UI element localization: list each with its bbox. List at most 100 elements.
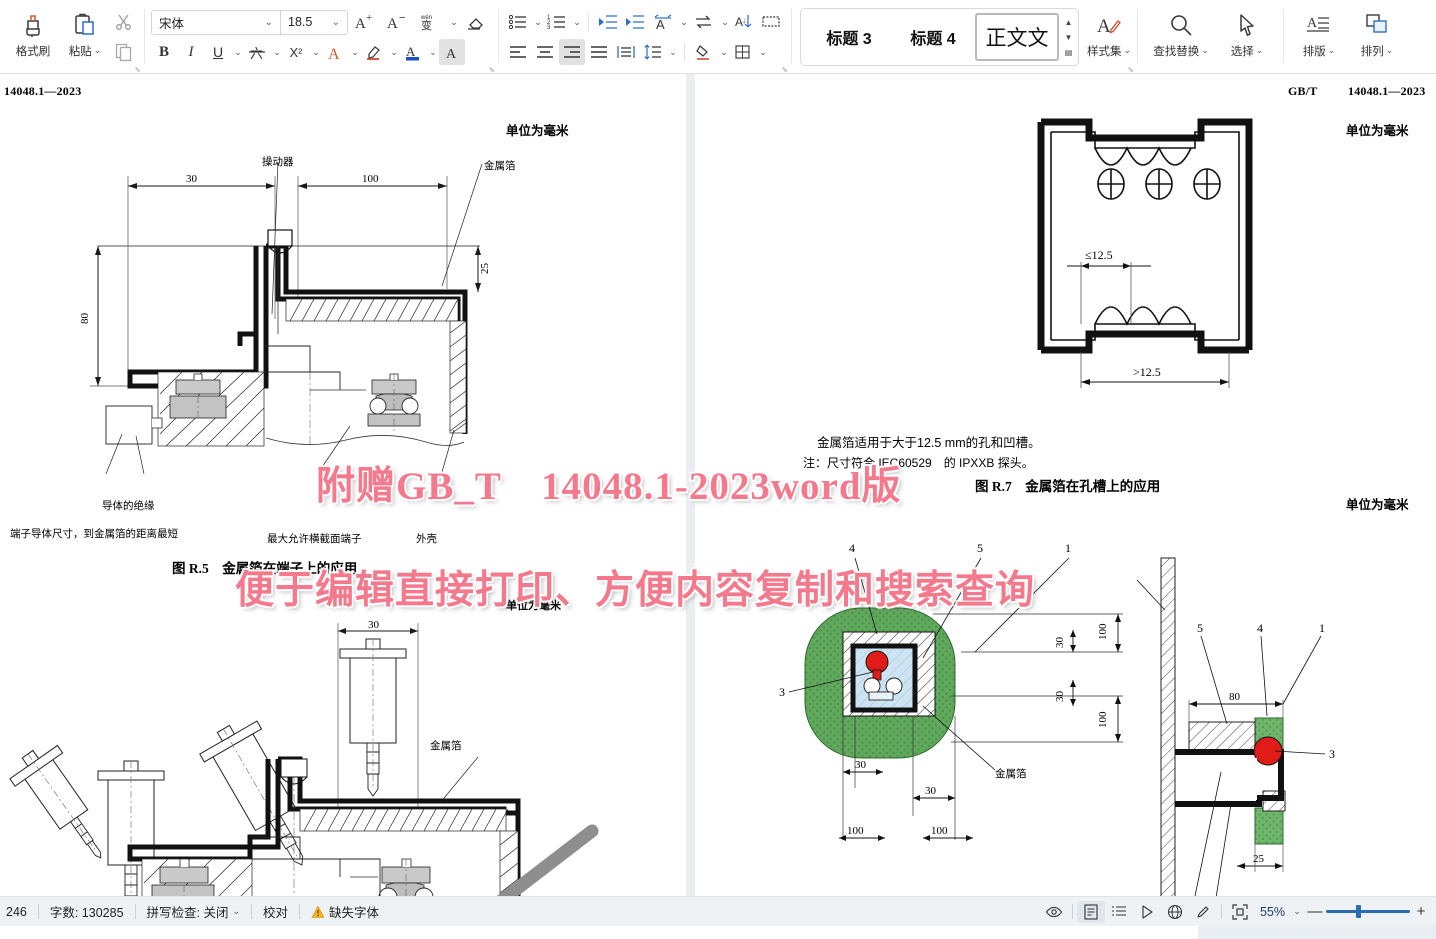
spell-check-status[interactable]: 拼写检查: 关闭 ⌄ <box>136 901 252 923</box>
chinese-layout-dropdown[interactable]: ⌄ <box>720 17 730 28</box>
numbering-dropdown[interactable]: ⌄ <box>572 17 582 28</box>
font-color-button[interactable]: A <box>400 39 426 65</box>
shading-button[interactable] <box>691 39 717 65</box>
font-dialog-launcher[interactable] <box>487 64 495 72</box>
svg-text:A: A <box>328 46 340 62</box>
page-indicator[interactable]: 246 <box>2 901 38 923</box>
format-painter-button[interactable]: 格式刷 <box>7 6 59 68</box>
outline-view-icon[interactable] <box>1105 901 1133 923</box>
bullets-button[interactable] <box>505 9 531 35</box>
status-bar: 246 字数: 130285 拼写检查: 关闭 ⌄ 校对 缺失字体 <box>0 896 1436 926</box>
arrange-shapes-icon <box>1364 10 1390 40</box>
strikethrough-button[interactable]: 六 <box>244 39 270 65</box>
svg-text:5: 5 <box>1197 621 1203 635</box>
justify-button[interactable] <box>586 39 612 65</box>
numbering-button[interactable]: 1 2 3 <box>544 9 570 35</box>
increase-indent-button[interactable] <box>622 9 648 35</box>
character-shading-button[interactable]: A <box>439 39 465 65</box>
select-button[interactable]: 选择 <box>1218 6 1276 68</box>
bullets-dropdown[interactable]: ⌄ <box>533 17 543 28</box>
svg-text:A: A <box>446 47 457 62</box>
style-item-heading3[interactable]: 标题 3 <box>807 13 891 61</box>
strikethrough-dropdown[interactable]: ⌄ <box>272 47 282 58</box>
font-family-select[interactable]: 宋体 ⌄ <box>152 11 280 34</box>
phonetic-guide-dropdown[interactable]: ⌄ <box>449 17 459 28</box>
styles-gallery[interactable]: 标题 3 标题 4 正文文 ▲ ▼ ▤ <box>800 8 1079 66</box>
word-count[interactable]: 字数: 130285 <box>39 901 135 923</box>
read-view-icon[interactable] <box>1133 901 1161 923</box>
figure-green-drawing: 4 5 1 3 100 30 100 30 30 30 100 100 <box>773 520 1173 896</box>
highlight-dropdown[interactable]: ⌄ <box>389 47 399 58</box>
bold-button[interactable]: B <box>151 39 177 65</box>
shrink-font-button[interactable]: A− <box>384 9 412 35</box>
style-item-heading4[interactable]: 标题 4 <box>891 13 975 61</box>
paragraph-dialog-launcher[interactable] <box>780 64 788 72</box>
text-direction-button[interactable]: A <box>649 9 677 35</box>
sort-button[interactable]: A↓ <box>731 9 757 35</box>
chinese-layout-button[interactable] <box>690 9 718 35</box>
zoom-level[interactable]: 55% <box>1254 905 1291 919</box>
svg-text:3: 3 <box>547 25 551 31</box>
shading-dropdown[interactable]: ⌄ <box>719 47 729 58</box>
find-replace-button[interactable]: 查找替换 <box>1144 6 1218 68</box>
styles-dialog-launcher[interactable] <box>1126 64 1134 72</box>
zoom-slider[interactable]: — + <box>1304 903 1432 920</box>
borders-dropdown[interactable]: ⌄ <box>758 47 768 58</box>
zoom-in-button[interactable]: + <box>1410 903 1432 920</box>
phonetic-guide-button[interactable]: wén变 <box>416 9 444 35</box>
eye-icon[interactable] <box>1040 901 1068 923</box>
text-effects-button[interactable]: A <box>322 39 348 65</box>
decrease-indent-button[interactable] <box>595 9 621 35</box>
typeset-button[interactable]: A 排版 <box>1290 6 1348 68</box>
document-canvas[interactable]: 14048.1—2023 单位为毫米 <box>0 74 1436 896</box>
clipboard-dialog-launcher[interactable] <box>133 64 141 72</box>
zoom-knob[interactable] <box>1356 905 1361 918</box>
underline-button[interactable]: U <box>205 39 231 65</box>
fullscreen-icon[interactable] <box>1226 901 1254 923</box>
align-left-button[interactable] <box>505 39 531 65</box>
borders-button[interactable] <box>730 39 756 65</box>
label-actuator: 操动器 <box>262 154 294 169</box>
svg-text:100: 100 <box>1097 623 1109 640</box>
grow-font-button[interactable]: A+ <box>352 9 380 35</box>
style-item-bodytext[interactable]: 正文文 <box>975 13 1059 61</box>
superscript-dropdown[interactable]: ⌄ <box>311 47 321 58</box>
figure-r6-drawing: 30 <box>0 609 660 896</box>
zoom-track[interactable] <box>1326 905 1410 919</box>
style-set-button[interactable]: A 样式集 <box>1083 6 1135 68</box>
cursor-arrow-icon <box>1234 10 1260 40</box>
line-spacing-button[interactable] <box>640 39 666 65</box>
highlight-button[interactable] <box>361 39 387 65</box>
distributed-align-button[interactable] <box>613 39 639 65</box>
italic-button[interactable]: I <box>178 39 204 65</box>
line-spacing-dropdown[interactable]: ⌄ <box>668 47 678 58</box>
cut-button[interactable] <box>111 9 137 35</box>
text-effects-dropdown[interactable]: ⌄ <box>350 47 360 58</box>
font-color-dropdown[interactable]: ⌄ <box>428 47 438 58</box>
label-conductor-insulation: 导体的绝缘 <box>102 498 155 513</box>
missing-font-warning[interactable]: 缺失字体 <box>300 901 390 923</box>
zoom-dropdown-icon[interactable]: ⌄ <box>1292 906 1302 917</box>
arrange-button[interactable]: 排列 <box>1348 6 1406 68</box>
web-view-icon[interactable] <box>1161 901 1189 923</box>
zoom-out-button[interactable]: — <box>1304 903 1326 920</box>
copy-button[interactable] <box>111 39 137 65</box>
superscript-button[interactable]: X² <box>283 39 309 65</box>
font-size-select[interactable]: 18.5 ⌄ <box>281 11 347 34</box>
pen-icon[interactable] <box>1189 901 1217 923</box>
align-right-button[interactable] <box>559 39 585 65</box>
underline-dropdown[interactable]: ⌄ <box>233 47 243 58</box>
styles-scroll-up-icon[interactable]: ▲ <box>1061 15 1076 30</box>
clear-format-button[interactable] <box>463 9 491 35</box>
page-view-icon[interactable] <box>1077 901 1105 923</box>
proofread-button[interactable]: 校对 <box>252 901 299 923</box>
styles-expand-icon[interactable]: ▤ <box>1061 45 1076 60</box>
show-marks-button[interactable] <box>758 9 784 35</box>
paste-button[interactable]: 粘贴 <box>59 6 111 68</box>
styles-scroll-down-icon[interactable]: ▼ <box>1061 30 1076 45</box>
svg-text:25: 25 <box>1253 853 1265 865</box>
align-center-button[interactable] <box>532 39 558 65</box>
svg-text:4: 4 <box>849 541 855 555</box>
text-direction-dropdown[interactable]: ⌄ <box>679 17 689 28</box>
font-size-value: 18.5 <box>288 15 328 29</box>
